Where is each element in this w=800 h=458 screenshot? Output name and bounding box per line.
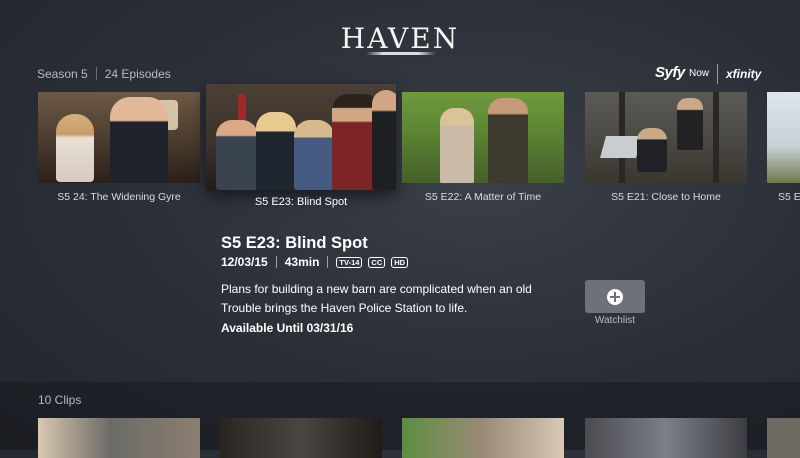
- clip-card[interactable]: [402, 418, 564, 458]
- plus-icon: [607, 289, 623, 305]
- episode-label: S5 24: The Widening Gyre: [57, 191, 181, 203]
- watchlist-button[interactable]: [585, 280, 645, 313]
- availability-text: Available Until 03/31/16: [221, 321, 354, 335]
- air-date: 12/03/15: [221, 255, 268, 269]
- episode-title-text: S5 E23: Blind Spot: [221, 234, 368, 252]
- brand-divider: [717, 64, 718, 84]
- clip-card[interactable]: [585, 418, 747, 458]
- season-info: Season 5 24 Episodes: [37, 67, 171, 81]
- episode-label: S5 E21: Close to Home: [611, 191, 721, 203]
- season-label: Season 5: [37, 67, 88, 81]
- episode-title: S5 E23: Blind Spot: [221, 234, 368, 253]
- episode-meta: 12/03/15 43min TV-14 CC HD: [221, 255, 414, 269]
- episode-label: S5 E22: A Matter of Time: [424, 191, 542, 203]
- clips-title: 10 Clips: [38, 393, 82, 407]
- episode-card-21[interactable]: [585, 92, 747, 183]
- episode-card-24[interactable]: [38, 92, 200, 183]
- divider: [327, 256, 329, 268]
- hd-badge: HD: [391, 257, 409, 268]
- duration: 43min: [284, 255, 320, 269]
- episode-description: Plans for building a new barn are compli…: [221, 282, 532, 315]
- episode-label: S5 E: [778, 191, 800, 203]
- watchlist-label: Watchlist: [594, 315, 636, 326]
- divider: [275, 256, 277, 268]
- episode-card-23-focused[interactable]: [206, 84, 396, 190]
- episode-label: S5 E23: Blind Spot: [254, 196, 348, 208]
- now-logo: Now: [689, 68, 710, 79]
- syfy-logo: Syfy: [655, 64, 685, 81]
- logo-underline: [366, 52, 436, 55]
- cc-badge: CC: [368, 257, 386, 268]
- clip-card[interactable]: [220, 418, 382, 458]
- divider: [95, 67, 97, 80]
- clip-card[interactable]: [38, 418, 200, 458]
- episode-card-22[interactable]: [402, 92, 564, 183]
- rating-badge: TV-14: [336, 257, 363, 268]
- show-logo-text: HAVEN: [340, 22, 460, 55]
- clip-card-partial[interactable]: [767, 418, 800, 458]
- episode-card-20-partial[interactable]: [767, 92, 800, 183]
- xfinity-logo: xfinity: [726, 67, 762, 81]
- episode-count: 24 Episodes: [104, 67, 171, 81]
